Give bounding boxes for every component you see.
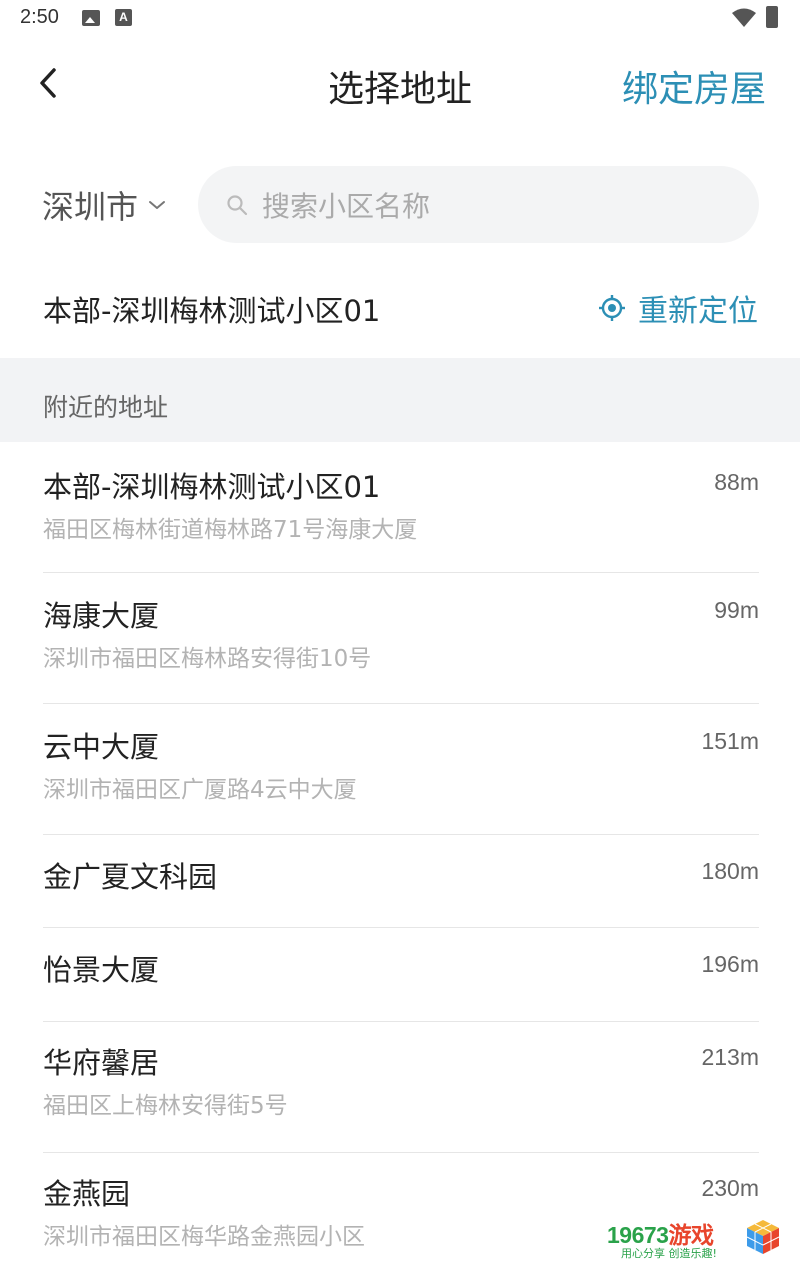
item-name: 华府馨居 bbox=[43, 1046, 160, 1080]
nearby-section-header: 附近的地址 bbox=[0, 358, 800, 442]
item-address: 深圳市福田区梅华路金燕园小区 bbox=[43, 1224, 365, 1250]
current-location: 本部-深圳梅林测试小区01 重新定位 bbox=[0, 270, 800, 346]
image-notification-icon bbox=[82, 10, 100, 26]
search-placeholder: 搜索小区名称 bbox=[262, 189, 431, 223]
cube-logo-icon bbox=[746, 1220, 780, 1254]
list-item[interactable]: 华府馨居 福田区上梅林安得街5号 213m bbox=[43, 1022, 759, 1152]
watermark-slogan: 用心分享 创造乐趣! bbox=[621, 1247, 717, 1260]
item-address: 深圳市福田区梅林路安得街10号 bbox=[43, 646, 372, 672]
nearby-section-title: 附近的地址 bbox=[43, 393, 169, 422]
item-distance: 213m bbox=[701, 1044, 759, 1070]
item-distance: 88m bbox=[714, 469, 759, 495]
city-select[interactable]: 深圳市 bbox=[42, 180, 166, 230]
status-bar: 2:50 A bbox=[0, 0, 800, 36]
item-distance: 196m bbox=[701, 951, 759, 977]
item-name: 怡景大厦 bbox=[43, 953, 160, 987]
list-item[interactable]: 金广夏文科园 180m bbox=[43, 835, 759, 927]
watermark-logo: 19673游戏 用心分享 创造乐趣! bbox=[607, 1216, 782, 1266]
list-item[interactable]: 海康大厦 深圳市福田区梅林路安得街10号 99m bbox=[43, 573, 759, 703]
current-location-name: 本部-深圳梅林测试小区01 bbox=[43, 294, 381, 328]
item-name: 金广夏文科园 bbox=[43, 860, 218, 894]
search-row: 深圳市 搜索小区名称 bbox=[0, 166, 800, 244]
locate-icon bbox=[599, 295, 625, 321]
item-distance: 230m bbox=[701, 1175, 759, 1201]
item-name: 本部-深圳梅林测试小区01 bbox=[43, 470, 381, 504]
search-input[interactable]: 搜索小区名称 bbox=[198, 166, 759, 243]
item-name: 海康大厦 bbox=[43, 599, 160, 633]
list-item[interactable]: 本部-深圳梅林测试小区01 福田区梅林街道梅林路71号海康大厦 88m bbox=[43, 442, 759, 572]
item-distance: 99m bbox=[714, 597, 759, 623]
item-name: 云中大厦 bbox=[43, 730, 160, 764]
a-notification-icon: A bbox=[115, 9, 132, 26]
item-address: 福田区梅林街道梅林路71号海康大厦 bbox=[43, 517, 418, 543]
chevron-down-icon bbox=[149, 201, 166, 209]
item-address: 福田区上梅林安得街5号 bbox=[43, 1093, 288, 1119]
item-address: 深圳市福田区广厦路4云中大厦 bbox=[43, 777, 357, 803]
relocate-button[interactable]: 重新定位 bbox=[598, 286, 758, 330]
status-time: 2:50 bbox=[20, 6, 59, 28]
title-bar: 选择地址 绑定房屋 bbox=[0, 36, 800, 128]
wifi-icon bbox=[732, 8, 756, 27]
city-label: 深圳市 bbox=[42, 188, 139, 226]
relocate-label: 重新定位 bbox=[638, 294, 758, 329]
item-distance: 151m bbox=[701, 728, 759, 754]
item-distance: 180m bbox=[701, 858, 759, 884]
battery-icon bbox=[766, 6, 778, 28]
list-item[interactable]: 云中大厦 深圳市福田区广厦路4云中大厦 151m bbox=[43, 704, 759, 834]
list-item[interactable]: 怡景大厦 196m bbox=[43, 928, 759, 1021]
bind-house-button[interactable]: 绑定房屋 bbox=[622, 60, 766, 112]
item-name: 金燕园 bbox=[43, 1177, 131, 1211]
search-icon bbox=[227, 194, 248, 215]
